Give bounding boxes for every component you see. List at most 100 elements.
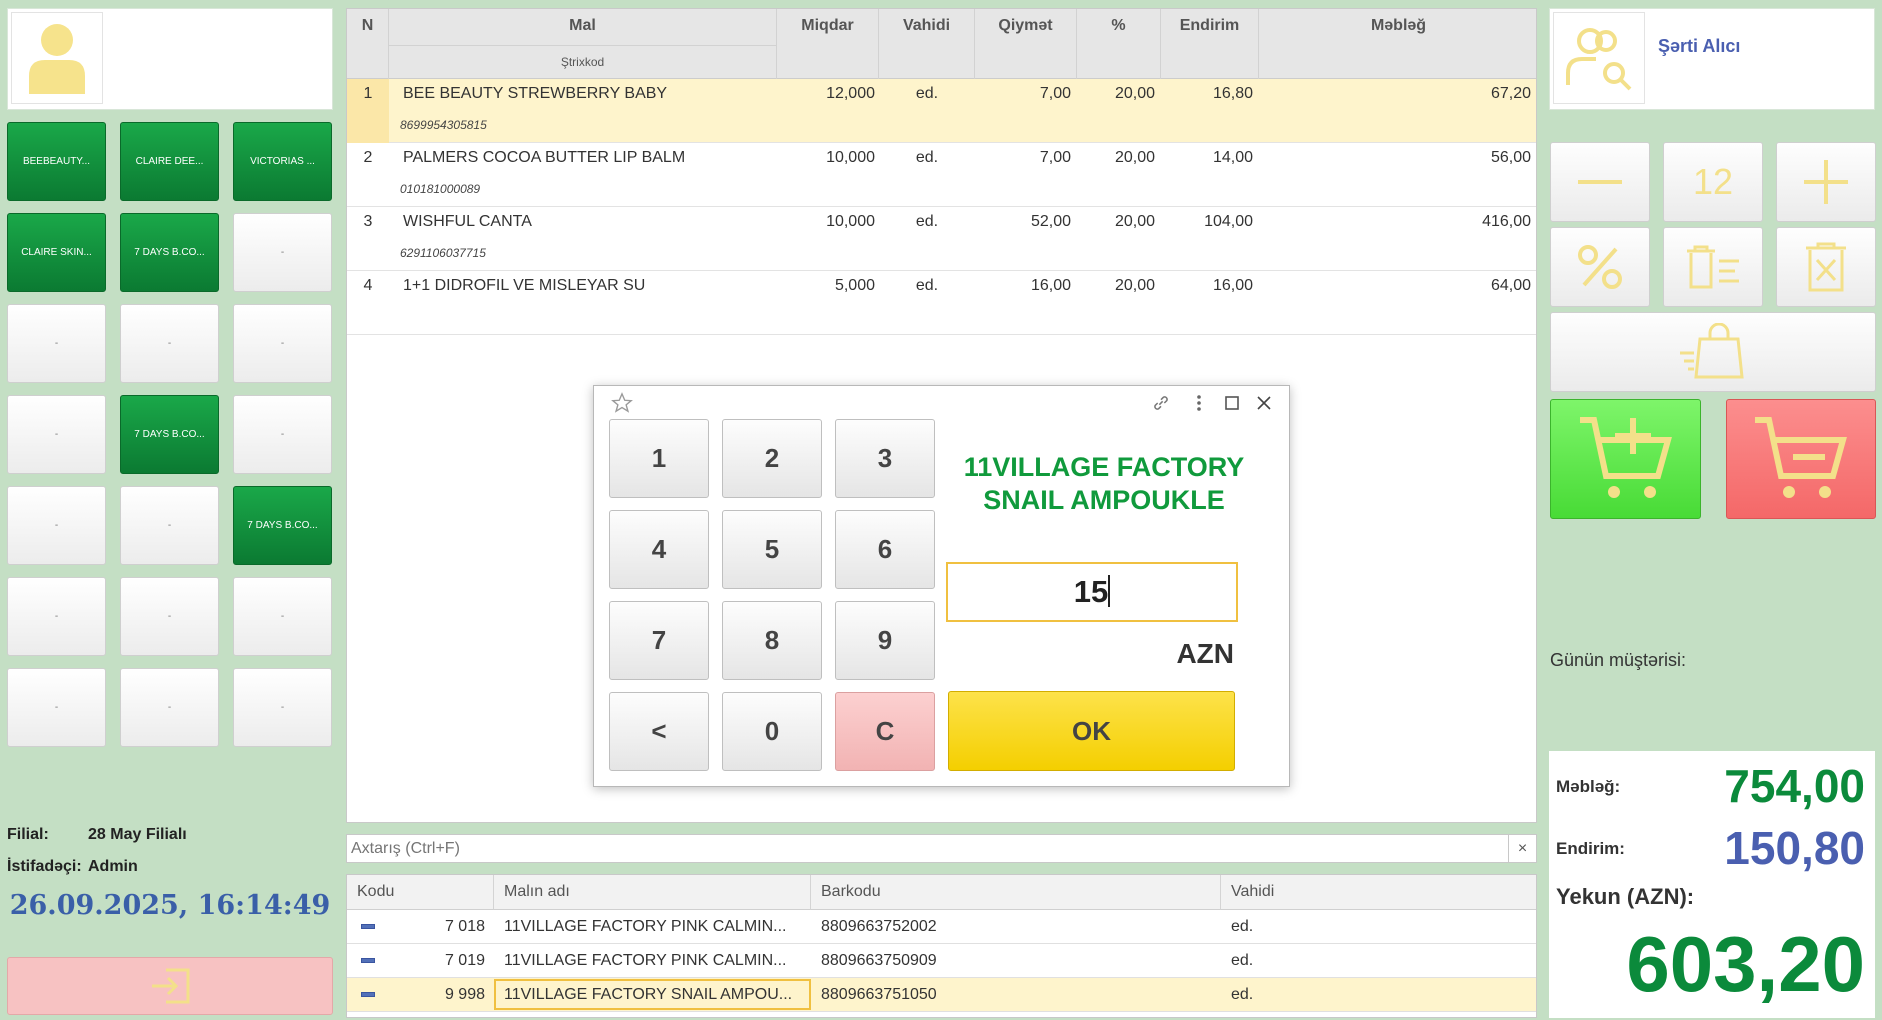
lookup-row[interactable]: 9 998 11VILLAGE FACTORY SNAIL AMPOU... 880…	[347, 978, 1536, 1012]
remove-from-cart-button[interactable]	[1726, 399, 1876, 519]
row-pct: 20,00	[1114, 149, 1155, 166]
keypad-key[interactable]: 2	[722, 419, 822, 498]
row-qty: 5,000	[834, 277, 875, 294]
more-options-icon[interactable]	[1187, 391, 1211, 415]
quantity-dialog: 1 2 3 4 5 6 7 8 9 <0 C 11VILLAGE FACTORY SNAIL AMP…	[593, 385, 1290, 787]
row-product-name: WISHFUL CANTA	[403, 213, 532, 230]
category-tile[interactable]: CLAIRE SKIN...	[7, 213, 106, 292]
maximize-icon[interactable]	[1220, 391, 1244, 415]
lookup-code: 9 998	[444, 986, 485, 1003]
receipt-row[interactable]: 1 BEE BEAUTY STREWBERRY BABY 12,000 ed. 7,00…	[347, 79, 1536, 143]
row-barcode: 6291106037715	[400, 246, 486, 260]
user-avatar[interactable]	[11, 12, 103, 104]
add-to-cart-button[interactable]	[1550, 399, 1701, 519]
category-tile[interactable]: -	[120, 668, 219, 747]
category-tile[interactable]: -	[7, 395, 106, 474]
lookup-barcode: 8809663750909	[821, 952, 937, 969]
row-discount: 16,80	[1212, 85, 1253, 102]
receipt-row[interactable]: 3 WISHFUL CANTA 10,000 ed. 52,00 20,00 104,00 4…	[347, 207, 1536, 271]
sum-label: Məbləğ:	[1556, 777, 1621, 796]
keypad-key[interactable]: <	[609, 692, 709, 771]
category-tile[interactable]: -	[233, 668, 332, 747]
lookup-name-focus	[494, 979, 811, 1010]
qty-display[interactable]: 12	[1663, 142, 1763, 222]
ok-button[interactable]: OK	[948, 691, 1235, 771]
quantity-input[interactable]: 15	[946, 562, 1238, 622]
keypad-key[interactable]: 3	[835, 419, 935, 498]
customer-search-icon[interactable]	[1553, 12, 1645, 104]
link-icon[interactable]	[1149, 391, 1173, 415]
discount-button[interactable]	[1550, 227, 1650, 307]
row-product-name: PALMERS COCOA BUTTER LIP BALM	[403, 149, 686, 166]
receipt-row[interactable]: 2 PALMERS COCOA BUTTER LIP BALM 10,000 ed. 7…	[347, 143, 1536, 207]
search-input[interactable]	[347, 835, 1497, 862]
category-tile[interactable]: -	[7, 668, 106, 747]
category-tile[interactable]: -	[7, 486, 106, 565]
col-barcode: Ştrixkod	[389, 45, 777, 79]
category-tile[interactable]: -	[120, 486, 219, 565]
row-price: 7,00	[1039, 85, 1071, 102]
lookup-barcode: 8809663751050	[821, 986, 937, 1003]
discount-label: Endirim:	[1556, 839, 1625, 858]
increase-qty-button[interactable]	[1776, 142, 1876, 222]
keypad-key[interactable]: 8	[722, 601, 822, 680]
hold-bag-button[interactable]	[1550, 312, 1876, 392]
user-value: Admin	[88, 858, 138, 875]
row-unit: ed.	[915, 149, 939, 166]
clear-icon	[1806, 242, 1846, 292]
decrease-qty-button[interactable]	[1550, 142, 1650, 222]
minus-icon	[1578, 180, 1622, 184]
col-name: Malın adı	[494, 875, 811, 910]
total-value: 603,20	[1626, 920, 1865, 1008]
keypad-key[interactable]: 5	[722, 510, 822, 589]
keypad-key[interactable]: 6	[835, 510, 935, 589]
category-tile[interactable]: -	[233, 577, 332, 656]
category-tile[interactable]: CLAIRE DEE...	[120, 122, 219, 201]
row-discount: 104,00	[1204, 213, 1253, 230]
col-product: Mal	[389, 9, 777, 45]
col-qty: Miqdar	[777, 9, 879, 79]
row-unit: ed.	[915, 213, 939, 230]
receipt-row[interactable]: 4 1+1 DIDROFIL VE MISLEYAR SU 5,000 ed. 16,0…	[347, 271, 1536, 335]
datetime-display: 26.09.2025, 16:14:49	[9, 890, 331, 921]
lookup-row[interactable]: 7 018 11VILLAGE FACTORY PINK CALMIN... 880…	[347, 910, 1536, 944]
row-product-name: BEE BEAUTY STREWBERRY BABY	[403, 85, 668, 102]
category-tile[interactable]: BEEBEAUTY...	[7, 122, 106, 201]
product-title-line1: 11VILLAGE FACTORY	[963, 452, 1245, 482]
clear-search-button[interactable]: ×	[1508, 835, 1536, 862]
trash-list-icon	[1687, 245, 1739, 289]
shopping-bag-icon	[1680, 323, 1744, 379]
category-tile[interactable]: 7 DAYS B.CO...	[120, 395, 219, 474]
category-tile[interactable]: -	[7, 577, 106, 656]
category-tile[interactable]: 7 DAYS B.CO...	[233, 486, 332, 565]
row-pct: 20,00	[1114, 213, 1155, 230]
keypad-key[interactable]: 7	[609, 601, 709, 680]
category-tile[interactable]: -	[120, 577, 219, 656]
customer-card[interactable]: Şərti Alıcı	[1549, 8, 1875, 110]
logout-button[interactable]	[7, 957, 333, 1015]
plus-icon	[1804, 160, 1848, 204]
col-unit2: Vahidi	[1221, 875, 1536, 910]
category-tile[interactable]: VICTORIAS ...	[233, 122, 332, 201]
keypad-key[interactable]: 1	[609, 419, 709, 498]
keypad-key[interactable]: 9	[835, 601, 935, 680]
keypad-key[interactable]: 0	[722, 692, 822, 771]
category-tile[interactable]: -	[233, 304, 332, 383]
lookup-row[interactable]: 7 019 11VILLAGE FACTORY PINK CALMIN... 880…	[347, 944, 1536, 978]
delete-line-button[interactable]	[1663, 227, 1763, 307]
category-tile[interactable]: -	[120, 304, 219, 383]
col-price: Qiymət	[975, 9, 1077, 79]
clear-receipt-button[interactable]	[1776, 227, 1876, 307]
close-icon[interactable]	[1252, 391, 1276, 415]
lookup-unit: ed.	[1231, 952, 1254, 969]
keypad-key[interactable]: 4	[609, 510, 709, 589]
row-pct: 20,00	[1114, 85, 1155, 102]
category-tile[interactable]: -	[233, 213, 332, 292]
row-type-icon	[361, 992, 375, 997]
branch-label: Filial:	[7, 826, 49, 843]
category-tile[interactable]: -	[7, 304, 106, 383]
category-tile[interactable]: -	[233, 395, 332, 474]
star-icon[interactable]	[610, 391, 634, 415]
keypad-key[interactable]: C	[835, 692, 935, 771]
category-tile[interactable]: 7 DAYS B.CO...	[120, 213, 219, 292]
